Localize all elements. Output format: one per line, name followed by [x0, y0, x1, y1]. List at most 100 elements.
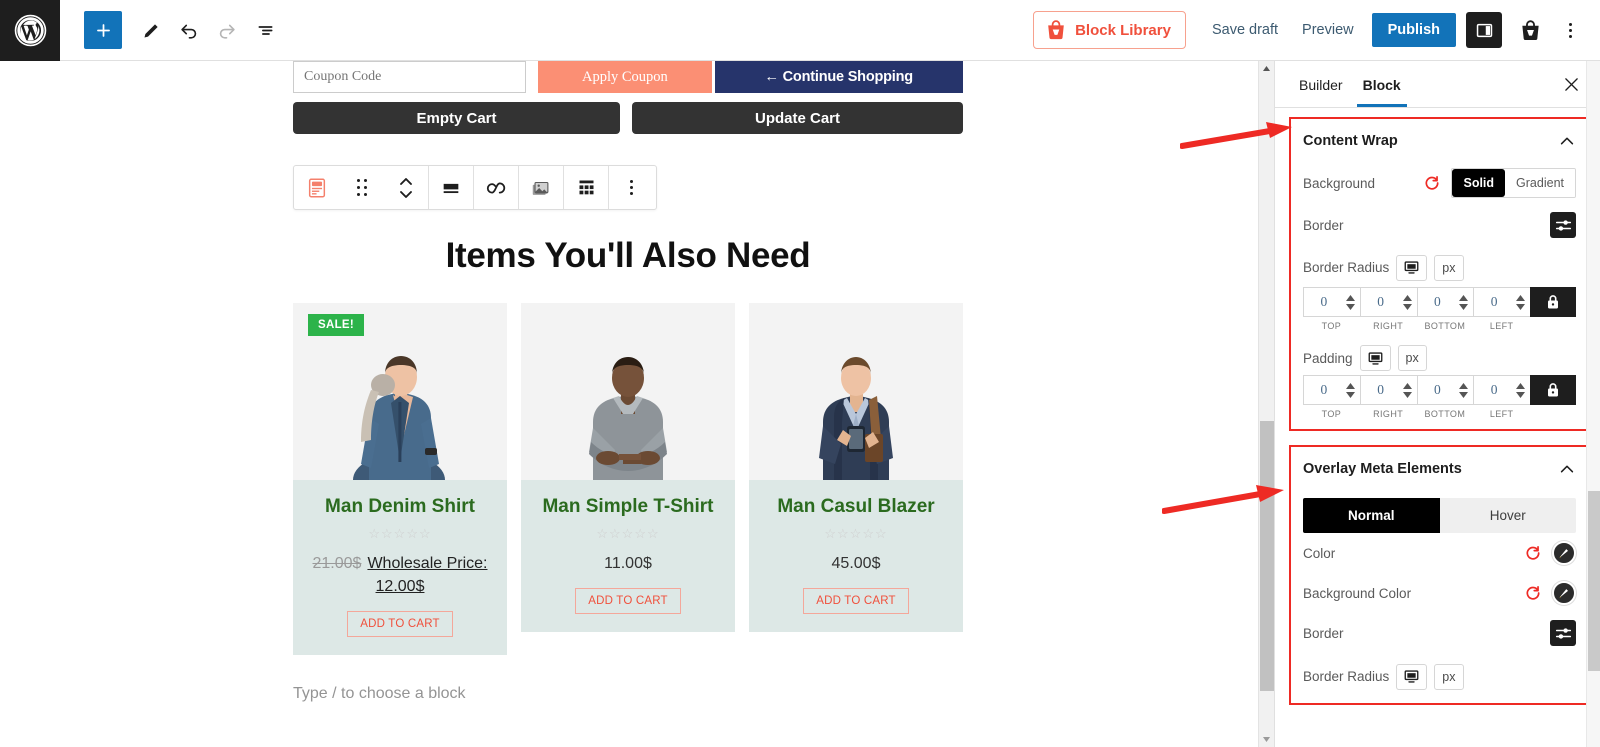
block-type-button[interactable]: [294, 166, 340, 209]
apply-coupon-button[interactable]: Apply Coupon: [538, 61, 712, 93]
plugin-bag-button[interactable]: [1512, 12, 1548, 48]
add-to-cart-button[interactable]: ADD TO CART: [575, 588, 681, 615]
color-row: Color: [1291, 533, 1588, 573]
stepper-arrows[interactable]: [1457, 294, 1473, 310]
lock-icon: [1548, 383, 1558, 397]
color-label: Color: [1303, 545, 1336, 561]
stepper-arrows[interactable]: [1344, 382, 1360, 398]
sidebar-scrollbar[interactable]: [1586, 61, 1600, 747]
scroll-down-arrow[interactable]: [1259, 732, 1274, 747]
link-button[interactable]: [474, 166, 518, 209]
settings-sidebar-toggle[interactable]: [1466, 12, 1502, 48]
product-title[interactable]: Man Denim Shirt: [301, 496, 499, 518]
edit-mode-button[interactable]: [132, 11, 170, 49]
product-card-body: Man Denim Shirt ☆☆☆☆☆ 21.00$ Wholesale Pr…: [293, 480, 507, 656]
close-sidebar-button[interactable]: [1556, 69, 1586, 99]
sliders-icon: [1555, 219, 1571, 231]
block-more-options-button[interactable]: [609, 166, 653, 209]
stepper-arrows[interactable]: [1401, 382, 1417, 398]
sale-badge: SALE!: [308, 314, 364, 336]
value: 0: [1490, 382, 1498, 397]
border-radius-unit-button[interactable]: px: [1434, 254, 1464, 281]
padding-device-button[interactable]: [1359, 345, 1391, 371]
preview-button[interactable]: Preview: [1290, 14, 1366, 46]
background-color-picker-button[interactable]: [1552, 581, 1576, 605]
border-radius-left-input[interactable]: 0: [1473, 287, 1530, 317]
more-options-button[interactable]: [1556, 12, 1584, 48]
editor-top-bar: Block Library Save draft Preview Publish: [0, 0, 1600, 61]
block-library-button[interactable]: Block Library: [1033, 11, 1186, 49]
stepper-arrows[interactable]: [1514, 294, 1530, 310]
reset-icon[interactable]: [1524, 544, 1542, 562]
sidebar-scrollbar-thumb[interactable]: [1588, 491, 1600, 671]
continue-shopping-button[interactable]: ← Continue Shopping: [714, 61, 963, 93]
content-wrap-header[interactable]: Content Wrap: [1291, 119, 1588, 161]
chevron-up-icon[interactable]: [1558, 132, 1576, 150]
stepper-down-icon: [1459, 391, 1469, 398]
padding-right-input[interactable]: 0: [1359, 375, 1417, 405]
product-card[interactable]: SALE! Man Denim Shirt ☆☆☆☆☆ 21.00$ Whole…: [293, 303, 507, 656]
add-block-button[interactable]: [84, 11, 122, 49]
scroll-up-arrow[interactable]: [1259, 61, 1274, 76]
background-solid-option[interactable]: Solid: [1452, 169, 1506, 197]
state-hover-option[interactable]: Hover: [1440, 498, 1577, 533]
wordpress-logo-button[interactable]: [0, 0, 60, 61]
align-button[interactable]: [429, 166, 473, 209]
man-casual-blazer-photo: [819, 357, 893, 480]
product-price: 21.00$ Wholesale Price: 12.00$: [301, 552, 499, 598]
canvas-scrollbar-thumb[interactable]: [1260, 421, 1274, 691]
overlay-border-settings-button[interactable]: [1550, 620, 1576, 646]
chevron-up-icon[interactable]: [1558, 460, 1576, 478]
border-settings-button[interactable]: [1550, 212, 1576, 238]
redo-arrow-icon: [219, 24, 235, 39]
product-title[interactable]: Man Simple T-Shirt: [529, 496, 727, 518]
stepper-arrows[interactable]: [1344, 294, 1360, 310]
color-picker-button[interactable]: [1552, 541, 1576, 565]
state-normal-option[interactable]: Normal: [1303, 498, 1440, 533]
padding-left-input[interactable]: 0: [1473, 375, 1530, 405]
border-radius-top-input[interactable]: 0: [1303, 287, 1360, 317]
border-radius-right-input[interactable]: 0: [1359, 287, 1417, 317]
save-draft-button[interactable]: Save draft: [1200, 14, 1290, 46]
padding-bottom-input[interactable]: 0: [1416, 375, 1474, 405]
drag-handle-button[interactable]: [340, 166, 384, 209]
overlay-border-radius-unit-button[interactable]: px: [1434, 663, 1464, 690]
stepper-arrows[interactable]: [1457, 382, 1473, 398]
canvas-scrollbar[interactable]: [1258, 61, 1274, 747]
product-card[interactable]: Man Casul Blazer ☆☆☆☆☆ 45.00$ ADD TO CAR…: [749, 303, 963, 656]
block-settings-sidebar: Builder Block Content Wrap Background So…: [1274, 61, 1600, 747]
coupon-code-input[interactable]: Coupon Code: [293, 61, 527, 93]
stepper-arrows[interactable]: [1401, 294, 1417, 310]
add-to-cart-button[interactable]: ADD TO CART: [803, 588, 909, 615]
grid-layout-button[interactable]: [564, 166, 608, 209]
content-wrap-title: Content Wrap: [1303, 133, 1398, 149]
image-button[interactable]: [519, 166, 563, 209]
value: 0: [1377, 294, 1384, 309]
stepper-down-icon: [1402, 391, 1412, 398]
product-card[interactable]: Man Simple T-Shirt ☆☆☆☆☆ 11.00$ ADD TO C…: [521, 303, 735, 656]
border-radius-link-button[interactable]: [1530, 287, 1576, 317]
background-gradient-option[interactable]: Gradient: [1505, 169, 1575, 197]
border-radius-device-button[interactable]: [1396, 254, 1428, 281]
product-title[interactable]: Man Casul Blazer: [757, 496, 955, 518]
reset-icon[interactable]: [1423, 174, 1441, 192]
border-radius-bottom-input[interactable]: 0: [1416, 287, 1474, 317]
padding-link-button[interactable]: [1530, 375, 1576, 405]
overlay-meta-header[interactable]: Overlay Meta Elements: [1291, 447, 1588, 489]
list-view-button[interactable]: [246, 11, 284, 49]
padding-unit-button[interactable]: px: [1397, 345, 1427, 371]
overlay-border-radius-device-button[interactable]: [1396, 663, 1428, 690]
move-up-down-button[interactable]: [384, 166, 428, 209]
update-cart-button[interactable]: Update Cart: [632, 102, 963, 134]
tab-builder[interactable]: Builder: [1289, 63, 1353, 106]
undo-button[interactable]: [170, 11, 208, 49]
tab-block[interactable]: Block: [1353, 63, 1411, 107]
stepper-arrows[interactable]: [1514, 382, 1530, 398]
empty-cart-button[interactable]: Empty Cart: [293, 102, 620, 134]
add-to-cart-button[interactable]: ADD TO CART: [347, 611, 453, 638]
redo-button[interactable]: [208, 11, 246, 49]
padding-top-input[interactable]: 0: [1303, 375, 1360, 405]
publish-button[interactable]: Publish: [1371, 13, 1456, 47]
empty-paragraph-placeholder[interactable]: Type / to choose a block: [293, 685, 963, 703]
reset-icon[interactable]: [1524, 584, 1542, 602]
